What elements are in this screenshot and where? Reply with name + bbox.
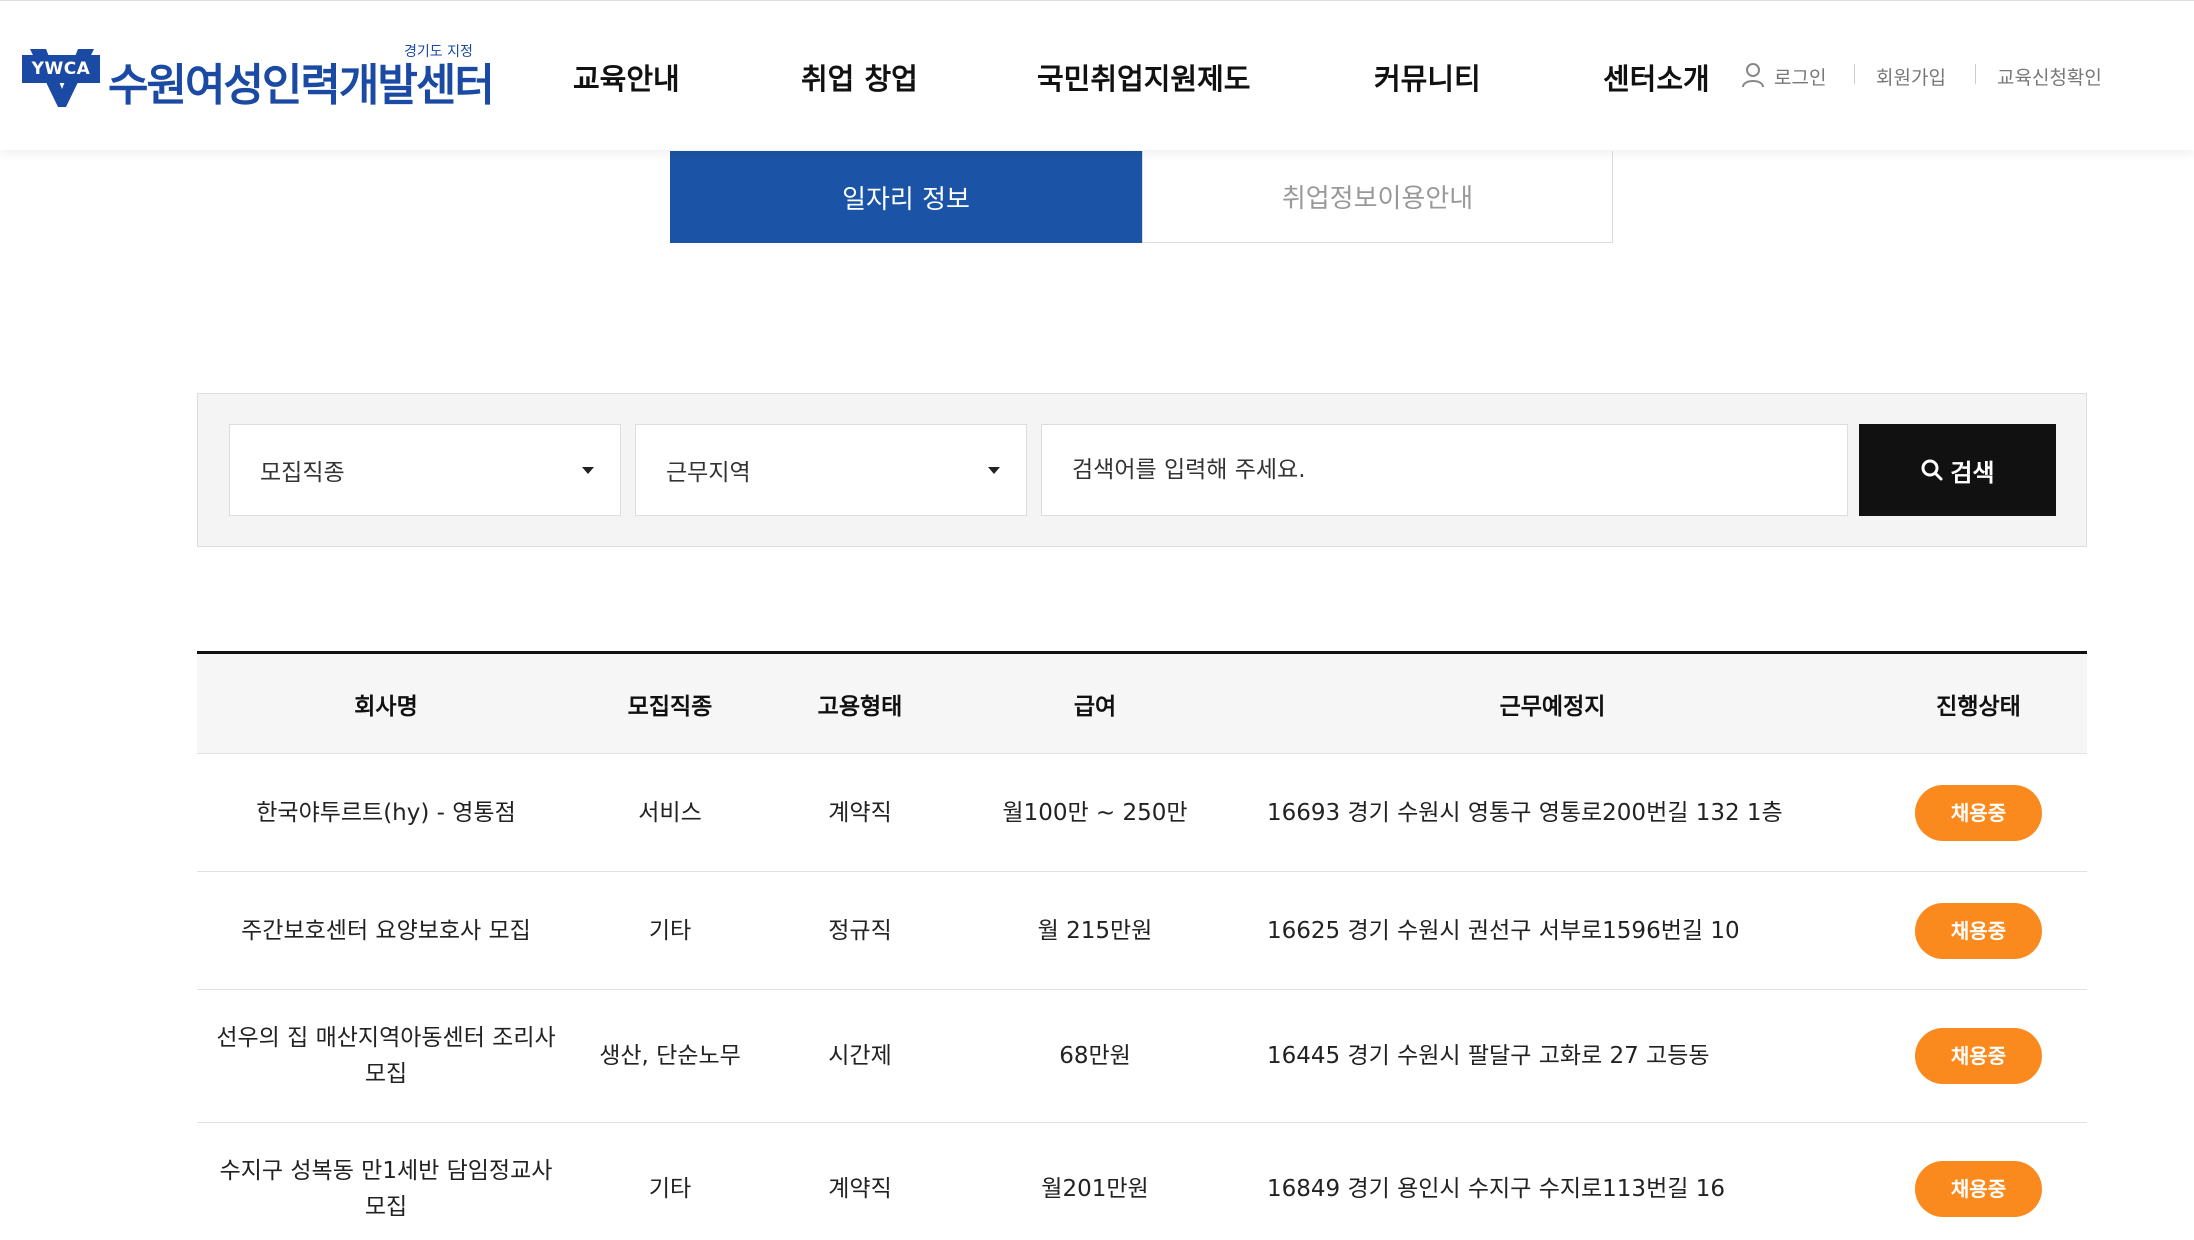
column-header-employment-type: 고용형태	[817, 694, 903, 720]
job-type-select[interactable]: 모집직종	[229, 424, 621, 516]
status-cell: 채용중	[1870, 872, 2087, 989]
application-check-link[interactable]: 교육신청확인	[1997, 63, 2102, 90]
salary-cell: 월100만 ~ 250만	[1002, 799, 1188, 826]
employment-type-cell: 계약직	[828, 1176, 892, 1202]
salary-cell: 68만원	[1059, 1043, 1131, 1069]
status-badge[interactable]: 채용중	[1915, 1028, 2042, 1084]
status-badge[interactable]: 채용중	[1915, 784, 2042, 841]
location-cell: 16849 경기 용인시 수지구 수지로113번길 16	[1267, 1176, 1725, 1202]
join-link[interactable]: 회원가입	[1876, 63, 1946, 90]
search-icon	[1921, 459, 1943, 481]
job-type-select-value: 모집직종	[260, 460, 345, 486]
util-divider	[1854, 64, 1855, 84]
column-header-job-type: 모집직종	[627, 694, 713, 720]
logo-name: 수원여성인력개발센터	[108, 60, 495, 111]
company-cell[interactable]: 한국야투르트(hy) - 영통점	[197, 754, 575, 871]
job-table: 회사명 모집직종 고용형태 급여 근무예정지 진행상태 한국야투르트(hy) -…	[197, 651, 2087, 1240]
search-button-label: 검색	[1950, 459, 1995, 487]
column-header-company: 회사명	[354, 694, 418, 720]
table-row[interactable]: 한국야투르트(hy) - 영통점 서비스 계약직 월100만 ~ 250만 16…	[197, 754, 2087, 872]
salary-cell: 월201만원	[1041, 1176, 1149, 1202]
company-cell[interactable]: 수지구 성복동 만1세반 담임정교사 모집	[197, 1123, 575, 1240]
status-badge[interactable]: 채용중	[1915, 902, 2042, 959]
nav-education[interactable]: 교육안내	[573, 56, 680, 98]
nav-national-employment[interactable]: 국민취업지원제도	[1037, 56, 1250, 98]
region-select[interactable]: 근무지역	[635, 424, 1027, 516]
column-header-status: 진행상태	[1936, 694, 2021, 720]
search-panel: 모집직종 근무지역 검색	[197, 393, 2087, 547]
site-logo[interactable]: YWCA 경기도 지정 수원여성인력개발센터	[22, 41, 495, 113]
logo-badge: YWCA	[22, 55, 100, 83]
salary-cell: 월 215만원	[1037, 917, 1153, 944]
nav-employment[interactable]: 취업 창업	[801, 56, 918, 98]
status-cell: 채용중	[1870, 1123, 2087, 1240]
login-link[interactable]: 로그인	[1774, 63, 1826, 90]
chevron-down-icon	[582, 467, 594, 474]
status-badge[interactable]: 채용중	[1915, 1161, 2042, 1217]
chevron-down-icon	[988, 467, 1000, 474]
site-header: YWCA 경기도 지정 수원여성인력개발센터 교육안내 취업 창업 국민취업지원…	[0, 0, 2194, 150]
job-type-cell: 기타	[648, 917, 692, 944]
region-select-value: 근무지역	[666, 460, 751, 486]
table-row[interactable]: 주간보호센터 요양보호사 모집 기타 정규직 월 215만원 16625 경기 …	[197, 872, 2087, 990]
employment-type-cell: 정규직	[828, 917, 892, 944]
tab-job-guide[interactable]: 취업정보이용안내	[1142, 151, 1613, 243]
util-divider	[1975, 64, 1976, 84]
employment-type-cell: 시간제	[828, 1043, 892, 1069]
tab-job-info[interactable]: 일자리 정보	[670, 151, 1142, 243]
status-cell: 채용중	[1870, 990, 2087, 1122]
column-header-location: 근무예정지	[1499, 694, 1606, 720]
company-cell[interactable]: 선우의 집 매산지역아동센터 조리사 모집	[197, 990, 575, 1122]
job-type-cell: 생산, 단순노무	[599, 1043, 741, 1069]
employment-type-cell: 계약직	[828, 799, 892, 826]
search-button[interactable]: 검색	[1859, 424, 2056, 516]
table-row[interactable]: 선우의 집 매산지역아동센터 조리사 모집 생산, 단순노무 시간제 68만원 …	[197, 990, 2087, 1123]
user-icon[interactable]	[1741, 62, 1765, 88]
location-cell: 16445 경기 수원시 팔달구 고화로 27 고등동	[1267, 1043, 1710, 1069]
location-cell: 16693 경기 수원시 영통구 영통로200번길 132 1층	[1267, 799, 1783, 826]
location-cell: 16625 경기 수원시 권선구 서부로1596번길 10	[1267, 917, 1740, 944]
search-input[interactable]	[1041, 424, 1848, 516]
table-header: 회사명 모집직종 고용형태 급여 근무예정지 진행상태	[197, 654, 2087, 754]
status-cell: 채용중	[1870, 754, 2087, 871]
job-type-cell: 서비스	[638, 799, 702, 826]
nav-community[interactable]: 커뮤니티	[1374, 56, 1481, 98]
company-cell[interactable]: 주간보호센터 요양보호사 모집	[197, 872, 575, 989]
column-header-salary: 급여	[1073, 694, 1117, 720]
job-type-cell: 기타	[648, 1176, 692, 1202]
table-row[interactable]: 수지구 성복동 만1세반 담임정교사 모집 기타 계약직 월201만원 1684…	[197, 1123, 2087, 1240]
nav-center-intro[interactable]: 센터소개	[1603, 56, 1710, 98]
